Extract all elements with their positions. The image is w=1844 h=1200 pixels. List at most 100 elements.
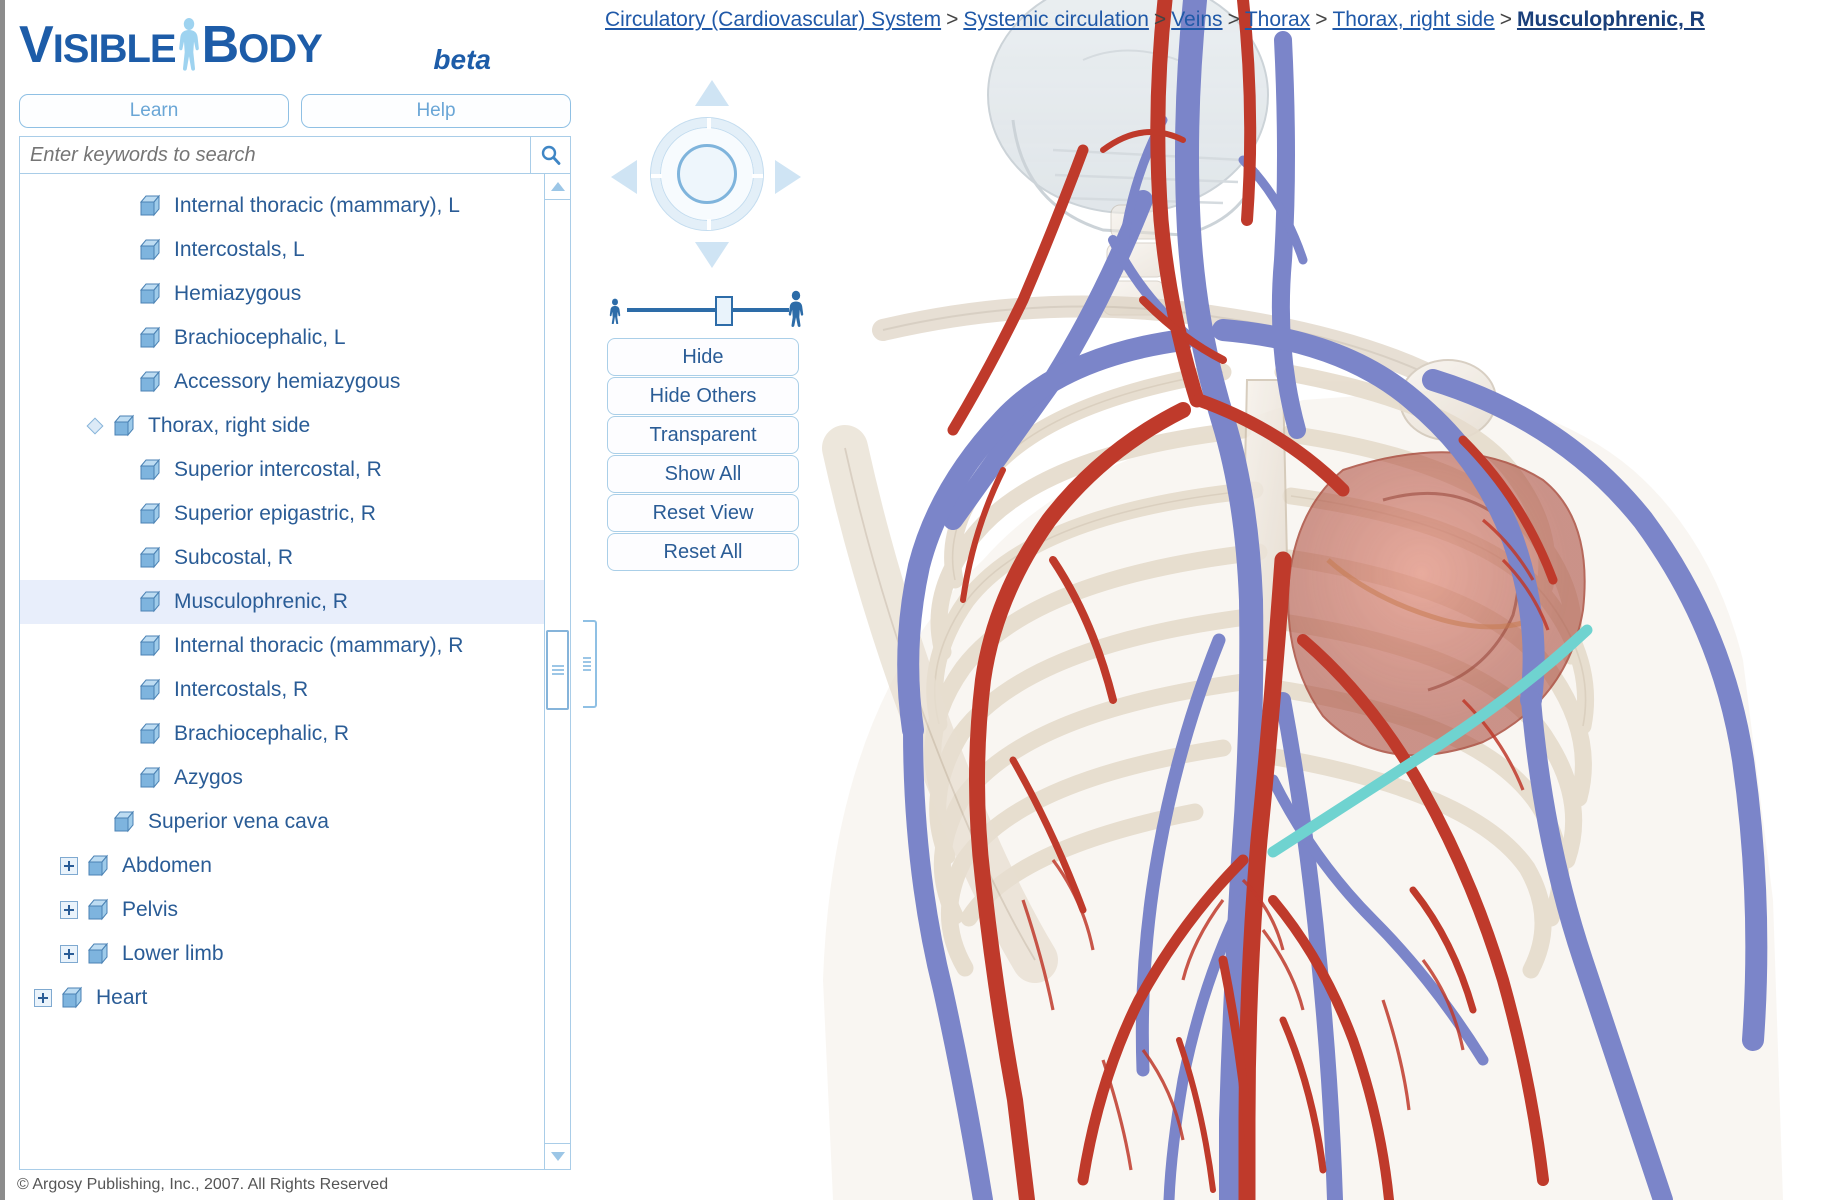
tree-item-superior-vena-cava[interactable]: Superior vena cava	[20, 800, 544, 844]
tree-scrollbar[interactable]	[544, 174, 570, 1169]
thumb-grip-icon	[551, 663, 564, 677]
tree-item-label: Accessory hemiazygous	[174, 370, 401, 393]
tree-item-abdomen[interactable]: Abdomen	[20, 844, 544, 888]
breadcrumb-item-0[interactable]: Circulatory (Cardiovascular) System	[605, 8, 941, 31]
tree-item-internal-thoracic-mammary-l[interactable]: Internal thoracic (mammary), L	[20, 184, 544, 228]
cube-icon	[138, 590, 164, 614]
cube-icon	[60, 986, 86, 1010]
cube-icon	[138, 634, 164, 658]
cube-icon	[112, 810, 138, 834]
cube-icon	[112, 414, 138, 438]
breadcrumb-item-4[interactable]: Thorax, right side	[1332, 8, 1494, 31]
tree-item-brachiocephalic-r[interactable]: Brachiocephalic, R	[20, 712, 544, 756]
rotation-navigation-control[interactable]	[601, 68, 811, 278]
breadcrumb-separator: >	[1499, 8, 1512, 31]
breadcrumb-item-3[interactable]: Thorax	[1245, 8, 1310, 31]
rotate-left-icon[interactable]	[611, 160, 637, 194]
breadcrumb: Circulatory (Cardiovascular) System > Syst…	[605, 8, 1705, 32]
tree-item-azygos[interactable]: Azygos	[20, 756, 544, 800]
tree-item-hemiazygous[interactable]: Hemiazygous	[20, 272, 544, 316]
breadcrumb-item-2[interactable]: Veins	[1171, 8, 1222, 31]
tree-item-label: Lower limb	[122, 942, 224, 965]
brand-isible: ISIBLE	[52, 27, 177, 71]
tree-item-label: Superior vena cava	[148, 810, 329, 833]
tree-item-intercostals-r[interactable]: Intercostals, R	[20, 668, 544, 712]
rotate-up-icon[interactable]	[695, 80, 729, 106]
zoom-slider-thumb[interactable]	[715, 296, 733, 326]
tree-item-label: Hemiazygous	[174, 282, 302, 305]
breadcrumb-item-1[interactable]: Systemic circulation	[963, 8, 1149, 31]
brand-v: V	[19, 16, 54, 74]
tree-item-heart[interactable]: Heart	[20, 976, 544, 1020]
cube-icon	[138, 370, 164, 394]
tree-item-superior-intercostal-r[interactable]: Superior intercostal, R	[20, 448, 544, 492]
action-reset-all-button[interactable]: Reset All	[607, 533, 799, 571]
dial-center-knob[interactable]	[677, 144, 737, 204]
search-icon[interactable]	[530, 137, 570, 173]
expand-icon[interactable]	[60, 901, 78, 919]
tree-item-superior-epigastric-r[interactable]: Superior epigastric, R	[20, 492, 544, 536]
scrollbar-track[interactable]	[545, 200, 570, 1143]
tree-item-intercostals-l[interactable]: Intercostals, L	[20, 228, 544, 272]
tree-item-label: Intercostals, R	[174, 678, 309, 701]
copyright-footer: © Argosy Publishing, Inc., 2007. All Rig…	[17, 1176, 389, 1193]
breadcrumb-item-5[interactable]: Musculophrenic, R	[1517, 8, 1705, 31]
nav-tabs: Learn Help	[5, 94, 583, 136]
tree-item-internal-thoracic-mammary-r[interactable]: Internal thoracic (mammary), R	[20, 624, 544, 668]
tree-item-label: Internal thoracic (mammary), R	[174, 634, 464, 657]
breadcrumb-separator: >	[1227, 8, 1240, 31]
cube-icon	[86, 942, 112, 966]
tree-item-label: Intercostals, L	[174, 238, 305, 261]
cube-icon	[138, 766, 164, 790]
tab-help[interactable]: Help	[301, 94, 571, 128]
search-input[interactable]	[20, 137, 530, 173]
tree-item-label: Internal thoracic (mammary), L	[174, 194, 460, 217]
zoom-slider[interactable]	[607, 286, 807, 334]
tree-item-label: Heart	[96, 986, 148, 1009]
brand-b: B	[201, 16, 240, 74]
cube-icon	[138, 678, 164, 702]
brand-logo: VISIBLE BODY beta	[5, 0, 583, 94]
tree-item-brachiocephalic-l[interactable]: Brachiocephalic, L	[20, 316, 544, 360]
expand-icon[interactable]	[60, 857, 78, 875]
tree-item-subcostal-r[interactable]: Subcostal, R	[20, 536, 544, 580]
anatomy-tree-list[interactable]: Internal thoracic (mammary), L Intercosta…	[20, 174, 544, 1169]
scroll-up-icon[interactable]	[545, 174, 570, 200]
tree-item-label: Musculophrenic, R	[174, 590, 348, 613]
expand-icon[interactable]	[34, 989, 52, 1007]
cube-icon	[138, 194, 164, 218]
action-hide-button[interactable]: Hide	[607, 338, 799, 376]
breadcrumb-separator: >	[946, 8, 959, 31]
rotate-right-icon[interactable]	[775, 160, 801, 194]
splitter-grip-icon	[583, 655, 591, 673]
tree-item-label: Abdomen	[122, 854, 212, 877]
cube-icon	[138, 502, 164, 526]
tree-item-pelvis[interactable]: Pelvis	[20, 888, 544, 932]
anatomy-tree-panel: Internal thoracic (mammary), L Intercosta…	[19, 174, 571, 1170]
expand-icon[interactable]	[60, 945, 78, 963]
collapse-icon[interactable]	[86, 417, 104, 435]
zoom-in-person-icon	[785, 290, 807, 335]
search-bar	[19, 136, 571, 174]
cube-icon	[138, 326, 164, 350]
tab-learn[interactable]: Learn	[19, 94, 289, 128]
body-figure-icon	[174, 16, 204, 72]
rotate-down-icon[interactable]	[695, 242, 729, 268]
application-window: VISIBLE BODY beta Learn Help Internal tho…	[0, 0, 1844, 1200]
scroll-thumb[interactable]	[546, 630, 569, 710]
zoom-track[interactable]	[627, 308, 789, 312]
tree-item-musculophrenic-r[interactable]: Musculophrenic, R	[20, 580, 544, 624]
tree-item-thorax-right-side[interactable]: Thorax, right side	[20, 404, 544, 448]
tree-item-accessory-hemiazygous[interactable]: Accessory hemiazygous	[20, 360, 544, 404]
panel-splitter-handle[interactable]	[583, 620, 597, 708]
beta-badge: beta	[433, 44, 491, 75]
tree-item-lower-limb[interactable]: Lower limb	[20, 932, 544, 976]
model-viewer[interactable]: Circulatory (Cardiovascular) System > Syst…	[583, 0, 1844, 1200]
breadcrumb-separator: >	[1153, 8, 1167, 31]
action-hide-others-button[interactable]: Hide Others	[607, 377, 799, 415]
action-reset-view-button[interactable]: Reset View	[607, 494, 799, 532]
action-transparent-button[interactable]: Transparent	[607, 416, 799, 454]
cube-icon	[86, 898, 112, 922]
scroll-down-icon[interactable]	[545, 1143, 570, 1169]
action-show-all-button[interactable]: Show All	[607, 455, 799, 493]
